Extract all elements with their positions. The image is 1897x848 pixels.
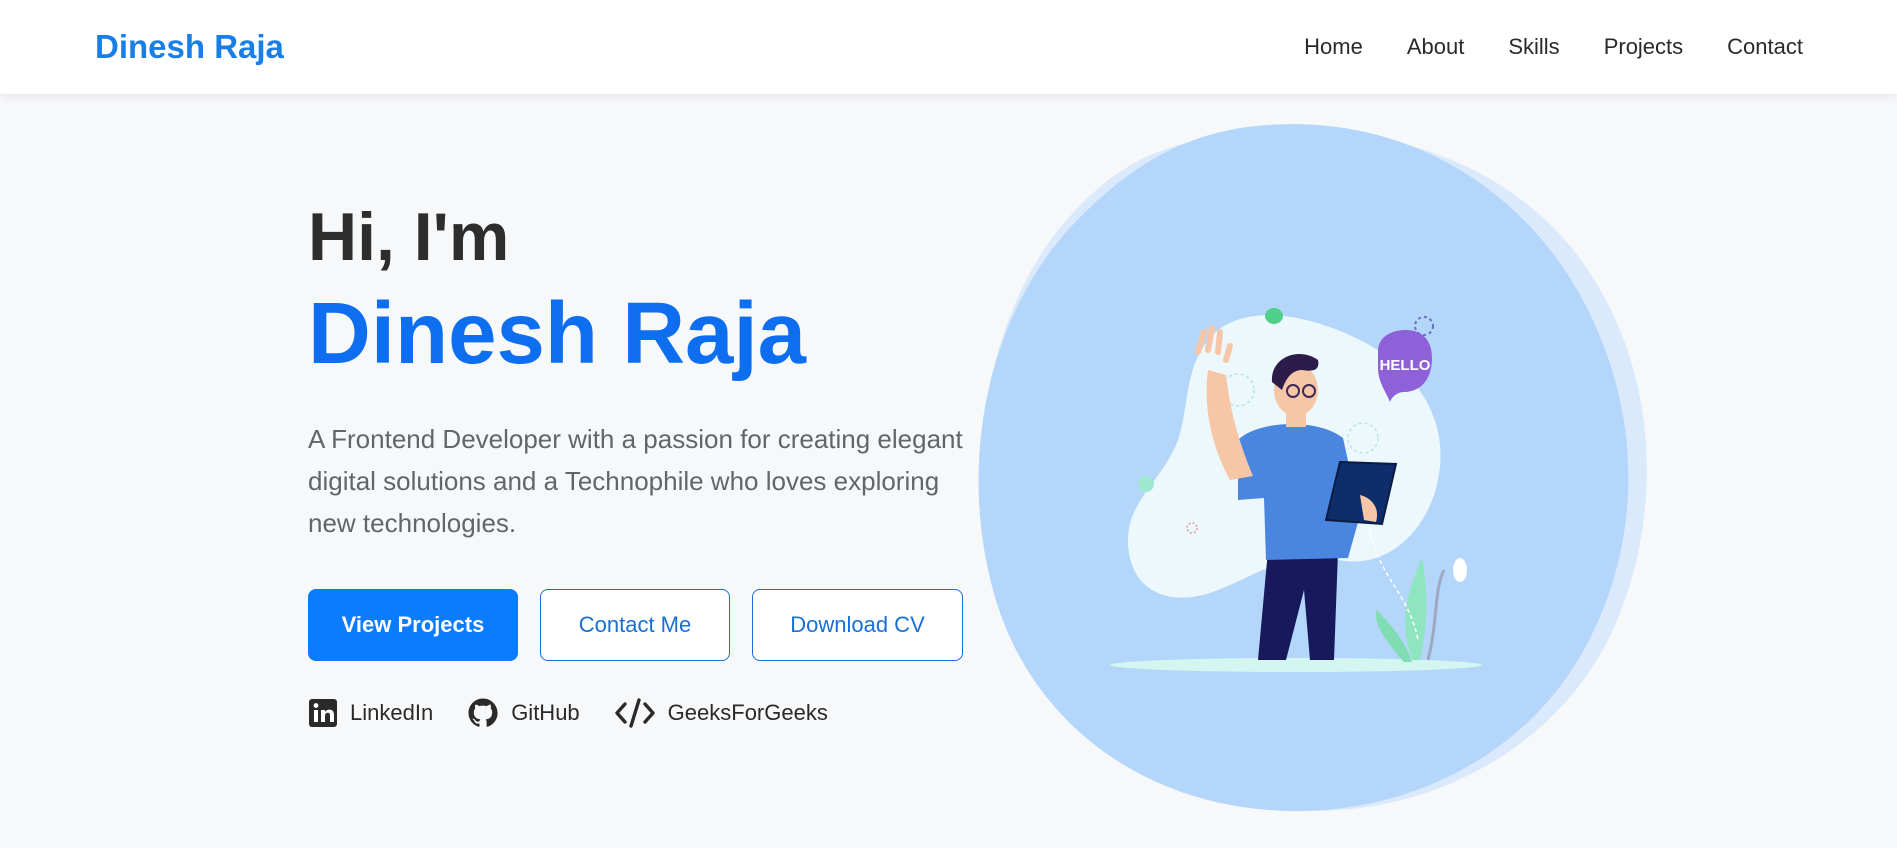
green-dot: [1265, 308, 1283, 324]
view-projects-button[interactable]: View Projects: [308, 589, 518, 661]
nav-link-home[interactable]: Home: [1304, 34, 1363, 60]
hero-intro: Hi, I'm Dinesh Raja A Frontend Developer…: [308, 196, 988, 729]
github-link[interactable]: GitHub: [467, 697, 580, 729]
hero-illustration: HELLO: [968, 120, 1668, 820]
code-icon: [614, 698, 655, 728]
nav-links: Home About Skills Projects Contact: [1260, 34, 1803, 60]
mint-dot: [1138, 476, 1154, 492]
developer-illustration: HELLO: [978, 124, 1647, 812]
nav-link-contact[interactable]: Contact: [1727, 34, 1803, 60]
nav-link-projects[interactable]: Projects: [1604, 34, 1683, 60]
nav-link-skills[interactable]: Skills: [1508, 34, 1559, 60]
ground-shadow: [1110, 658, 1482, 672]
social-links: LinkedIn GitHub GeeksForGeeks: [308, 697, 988, 729]
plant-bud: [1453, 558, 1467, 582]
geeksforgeeks-link[interactable]: GeeksForGeeks: [614, 697, 828, 729]
linkedin-icon: [309, 699, 337, 727]
hero-description: A Frontend Developer with a passion for …: [308, 424, 963, 538]
navbar: Dinesh Raja Home About Skills Projects C…: [0, 0, 1897, 94]
download-cv-button[interactable]: Download CV: [752, 589, 963, 661]
contact-me-button[interactable]: Contact Me: [540, 589, 730, 661]
hero-buttons: View Projects Contact Me Download CV: [308, 589, 988, 661]
brand-logo[interactable]: Dinesh Raja: [95, 28, 284, 66]
geeksforgeeks-label: GeeksForGeeks: [667, 700, 828, 725]
linkedin-link[interactable]: LinkedIn: [308, 698, 433, 728]
hero-name: Dinesh Raja: [308, 285, 806, 382]
github-label: GitHub: [511, 700, 580, 725]
hero-greeting: Hi, I'm: [308, 199, 510, 275]
nav-link-about[interactable]: About: [1407, 34, 1465, 60]
github-icon: [468, 698, 498, 727]
linkedin-label: LinkedIn: [350, 700, 434, 725]
hello-bubble-text: HELLO: [1380, 357, 1431, 374]
